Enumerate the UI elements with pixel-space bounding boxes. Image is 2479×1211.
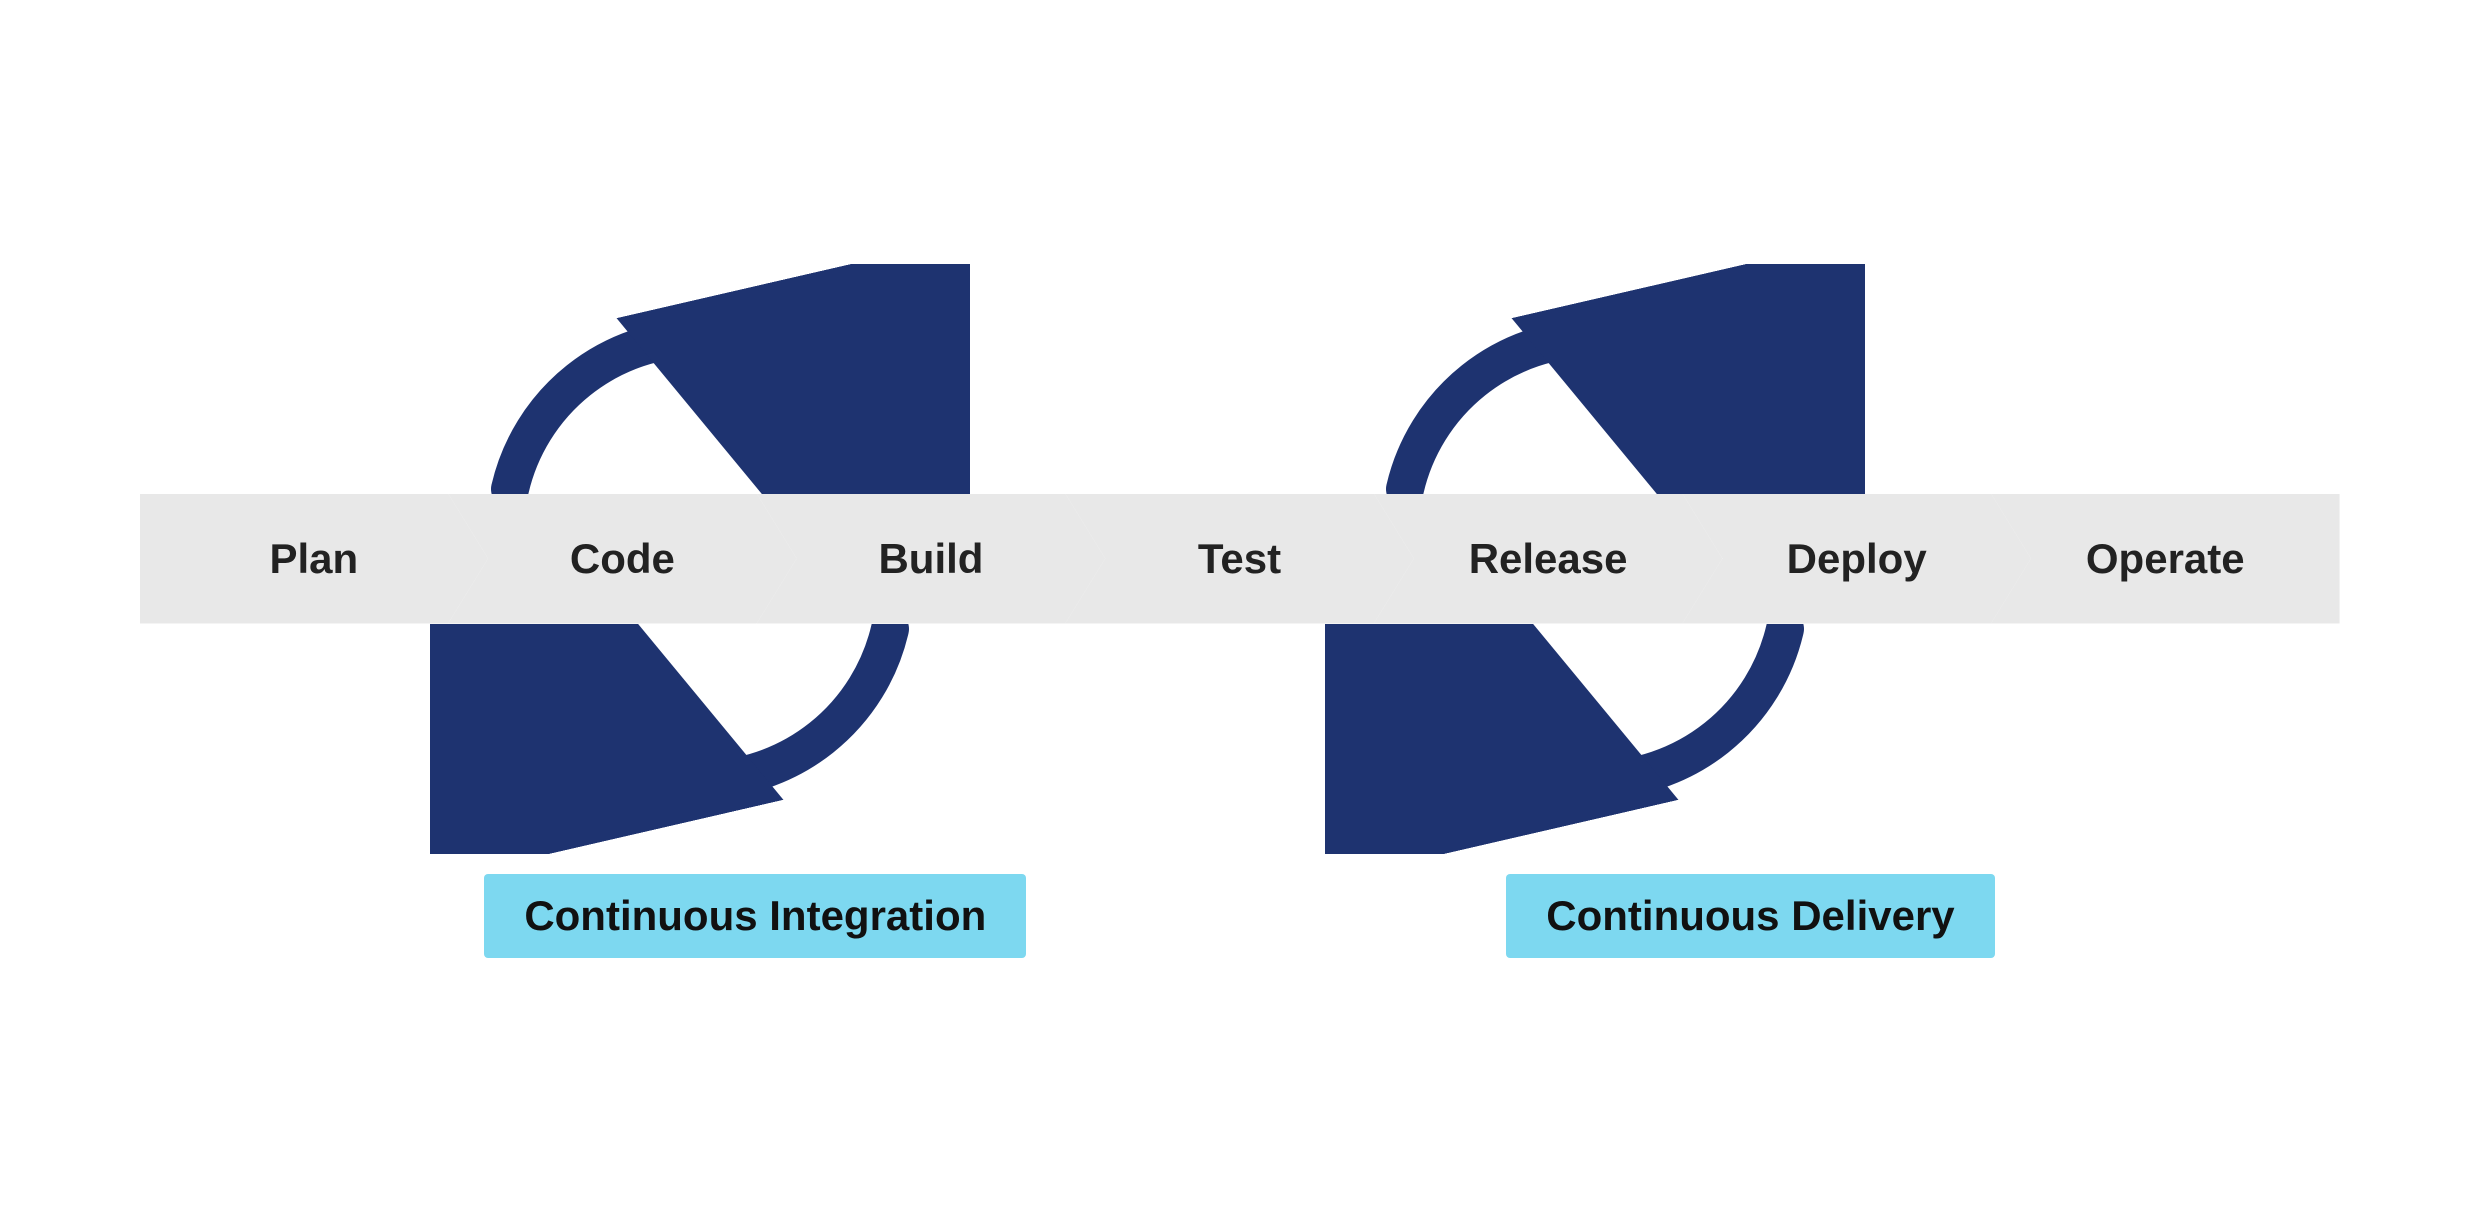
- labels-row: Continuous Integration Continuous Delive…: [140, 874, 2340, 958]
- test-label: Test: [1198, 535, 1281, 583]
- cd-label-box: Continuous Delivery: [1506, 874, 1994, 958]
- bottom-arc-right: [1325, 624, 1865, 854]
- chevron-operate: Operate: [1991, 494, 2340, 624]
- diagram-container: Plan Code Build Test Release Deploy: [140, 254, 2340, 958]
- chevron-plan: Plan: [140, 494, 489, 624]
- deploy-label: Deploy: [1787, 535, 1927, 583]
- arrows-top-row: [140, 254, 2340, 494]
- bottom-arc-left: [430, 624, 970, 854]
- ci-label-box: Continuous Integration: [484, 874, 1026, 958]
- process-bar: Plan Code Build Test Release Deploy: [140, 494, 2340, 624]
- top-arc-left: [430, 264, 970, 494]
- chevron-test: Test: [1065, 494, 1414, 624]
- operate-label: Operate: [2086, 535, 2245, 583]
- code-label: Code: [570, 535, 675, 583]
- chevron-build: Build: [757, 494, 1106, 624]
- chevron-code: Code: [448, 494, 797, 624]
- chevron-deploy: Deploy: [1682, 494, 2031, 624]
- plan-label: Plan: [269, 535, 358, 583]
- build-label: Build: [878, 535, 983, 583]
- release-label: Release: [1469, 535, 1628, 583]
- arrows-bottom-row: [140, 624, 2340, 864]
- chevron-release: Release: [1374, 494, 1723, 624]
- top-arc-right: [1325, 264, 1865, 494]
